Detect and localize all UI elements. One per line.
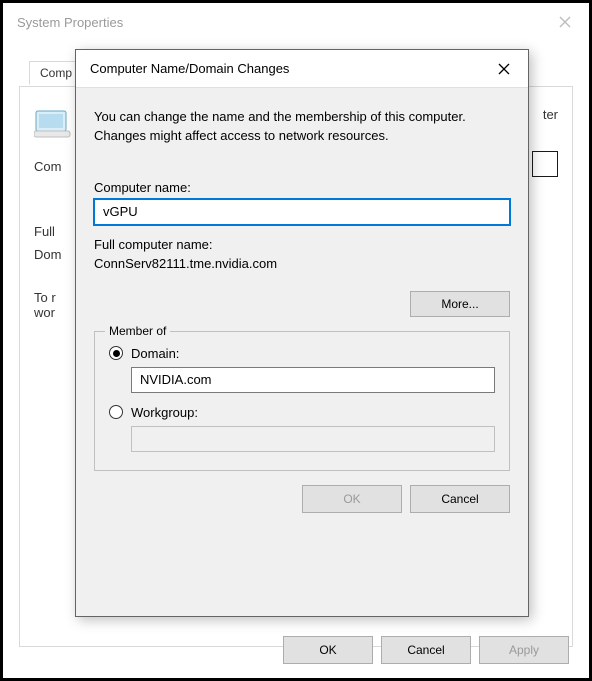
workgroup-radio-label: Workgroup: bbox=[131, 405, 198, 420]
label-to: To r bbox=[34, 290, 80, 305]
close-icon[interactable] bbox=[541, 3, 589, 41]
label-com: Com bbox=[34, 159, 80, 174]
dialog-ok-button: OK bbox=[302, 485, 402, 513]
dialog-cancel-label: Cancel bbox=[441, 492, 478, 506]
system-properties-titlebar: System Properties bbox=[3, 3, 589, 41]
workgroup-field bbox=[131, 426, 495, 452]
close-icon[interactable] bbox=[480, 50, 528, 88]
label-full: Full bbox=[34, 224, 80, 239]
apply-button: Apply bbox=[479, 636, 569, 664]
full-computer-name-label: Full computer name: bbox=[94, 237, 510, 252]
cancel-button-label: Cancel bbox=[407, 643, 444, 657]
label-wor: wor bbox=[34, 305, 80, 320]
dialog-description: You can change the name and the membersh… bbox=[94, 108, 510, 146]
computer-name-domain-dialog: Computer Name/Domain Changes You can cha… bbox=[75, 49, 529, 617]
computer-name-field[interactable] bbox=[94, 199, 510, 225]
workgroup-radio[interactable] bbox=[109, 405, 123, 419]
apply-button-label: Apply bbox=[509, 643, 539, 657]
dialog-titlebar: Computer Name/Domain Changes bbox=[76, 50, 528, 88]
label-dom: Dom bbox=[34, 247, 80, 262]
desc-truncated: ter bbox=[543, 107, 558, 122]
member-of-group: Member of Domain: Workgroup: bbox=[94, 331, 510, 471]
domain-radio-label: Domain: bbox=[131, 346, 179, 361]
more-button[interactable]: More... bbox=[410, 291, 510, 317]
truncated-input[interactable] bbox=[532, 151, 558, 177]
cancel-button[interactable]: Cancel bbox=[381, 636, 471, 664]
dialog-title: Computer Name/Domain Changes bbox=[90, 61, 289, 76]
computer-icon bbox=[34, 105, 74, 145]
member-of-legend: Member of bbox=[105, 324, 170, 338]
computer-name-label: Computer name: bbox=[94, 180, 510, 195]
ok-button-label: OK bbox=[319, 643, 336, 657]
dialog-ok-label: OK bbox=[343, 492, 360, 506]
tab-label: Comp bbox=[40, 66, 72, 80]
domain-radio[interactable] bbox=[109, 346, 123, 360]
domain-field[interactable] bbox=[131, 367, 495, 393]
more-button-label: More... bbox=[441, 297, 478, 311]
ok-button[interactable]: OK bbox=[283, 636, 373, 664]
full-computer-name-value: ConnServ82111.tme.nvidia.com bbox=[94, 256, 277, 271]
dialog-cancel-button[interactable]: Cancel bbox=[410, 485, 510, 513]
system-properties-title: System Properties bbox=[17, 15, 123, 30]
